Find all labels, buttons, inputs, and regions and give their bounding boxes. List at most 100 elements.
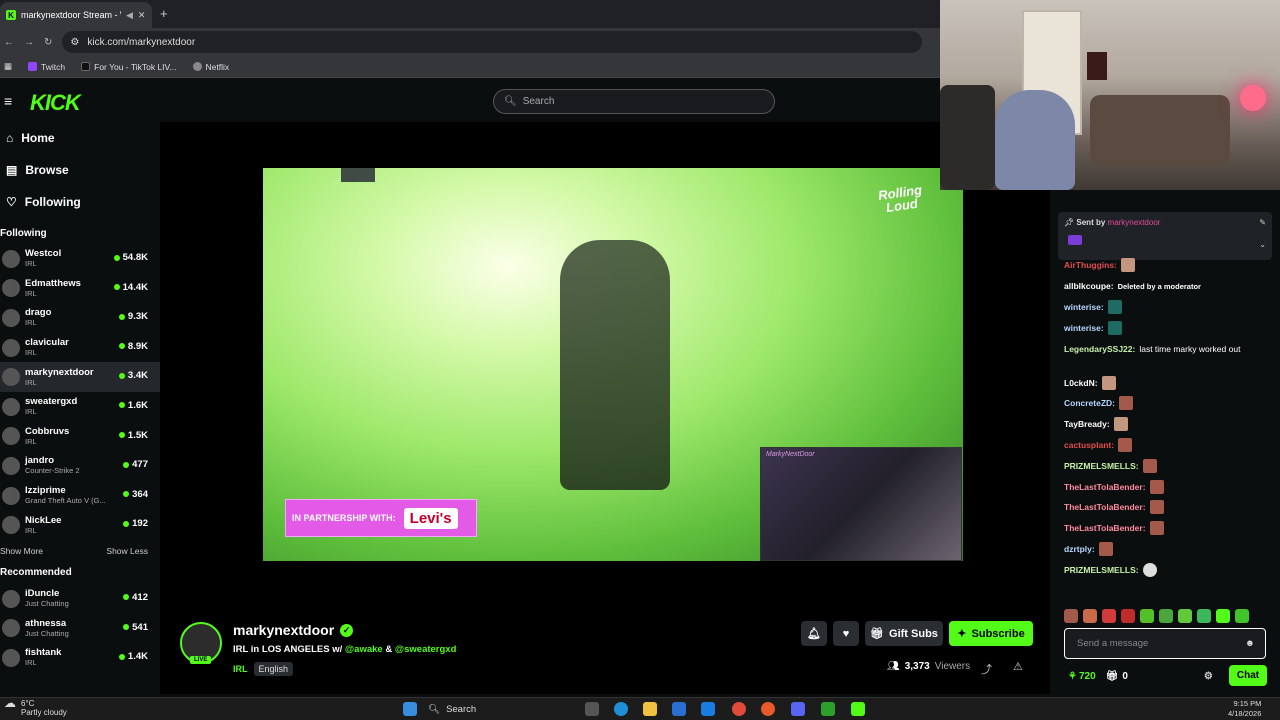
chat-message: dzrtply: xyxy=(1064,539,1274,560)
channel-row[interactable]: Izziprime Grand Theft Auto V (G... 364 xyxy=(0,481,160,511)
search-placeholder: Search xyxy=(522,96,555,107)
streamer-name[interactable]: markynextdoor xyxy=(233,622,334,638)
reload-icon[interactable]: ↻ xyxy=(44,37,52,48)
emote-icon[interactable] xyxy=(1140,609,1154,623)
nav-home[interactable]: ⌂ Home xyxy=(0,122,160,154)
sidebar: ⌂ Home ▤ Browse ♡ Following Following Westc… xyxy=(0,122,160,694)
taskbar-search[interactable]: 🔍︎ Search xyxy=(428,700,578,718)
close-tab-icon[interactable]: ✕ xyxy=(138,10,146,21)
chat-message: TheLastTolaBender: xyxy=(1064,476,1274,497)
emote-icon[interactable] xyxy=(1216,609,1230,623)
channel-row[interactable]: NickLee IRL 192 xyxy=(0,510,160,540)
site-info-icon[interactable]: ⚙ xyxy=(70,37,79,48)
points-count[interactable]: 720 xyxy=(1079,671,1096,682)
chat-username[interactable]: winterise: xyxy=(1064,302,1104,312)
bookmark-tiktok[interactable]: For You - TikTok LIV... xyxy=(81,62,177,72)
bookmark-twitch[interactable]: Twitch xyxy=(28,62,65,72)
store-icon[interactable] xyxy=(672,702,686,716)
forward-icon[interactable]: → xyxy=(24,37,34,48)
chat-message: winterise: xyxy=(1064,297,1274,318)
chevron-down-icon[interactable]: ⌄ xyxy=(1259,240,1266,249)
unpin-icon[interactable]: ✎ xyxy=(1259,218,1266,227)
collab-link[interactable]: @sweatergxd xyxy=(395,644,457,655)
chat-username[interactable]: TheLastTolaBender: xyxy=(1064,482,1146,492)
language-tag[interactable]: English xyxy=(253,662,294,676)
chat-username[interactable]: L0ckdN: xyxy=(1064,378,1098,388)
chat-username[interactable]: TheLastTolaBender: xyxy=(1064,502,1146,512)
app-icon[interactable] xyxy=(761,702,775,716)
chat-input[interactable]: Send a message ☻ xyxy=(1064,628,1266,659)
channel-row[interactable]: Cobbruvs IRL 1.5K xyxy=(0,422,160,452)
emote-icon[interactable] xyxy=(1102,609,1116,623)
mute-icon[interactable]: ◀ xyxy=(126,10,133,21)
channel-row[interactable]: jandro Counter-Strike 2 477 xyxy=(0,451,160,481)
channel-row[interactable]: markynextdoor IRL 3.4K xyxy=(0,362,160,392)
emote-icon[interactable] xyxy=(1083,609,1097,623)
emote-icon[interactable] xyxy=(1064,609,1078,623)
mail-icon[interactable] xyxy=(701,702,715,716)
weather-widget[interactable]: ☁ 6°C Partly cloudy xyxy=(4,696,67,717)
chat-username[interactable]: cactusplant: xyxy=(1064,440,1114,450)
discord-icon[interactable] xyxy=(791,702,805,716)
bookmarks-bar: ▦ Twitch For You - TikTok LIV... Netflix xyxy=(0,56,940,78)
chat-username[interactable]: dzrtply: xyxy=(1064,544,1095,554)
emote-icon[interactable] xyxy=(1178,609,1192,623)
gift-count[interactable]: 0 xyxy=(1122,671,1128,682)
emote-icon[interactable] xyxy=(1197,609,1211,623)
channel-row[interactable]: Westcol IRL 54.8K xyxy=(0,244,160,274)
pinned-user[interactable]: markynextdoor xyxy=(1108,218,1161,227)
url-bar[interactable]: ⚙ kick.com/markynextdoor xyxy=(62,31,923,53)
chat-username[interactable]: PRIZMELSMELLS: xyxy=(1064,565,1139,575)
search-input[interactable]: 🔍︎ Search xyxy=(493,89,775,114)
chat-username[interactable]: PRIZMELSMELLS: xyxy=(1064,461,1139,471)
subscribe-button[interactable]: ✦ Subscribe xyxy=(949,621,1033,646)
task-view-icon[interactable] xyxy=(585,702,599,716)
notifications-button[interactable]: 🔔︎ xyxy=(801,621,827,646)
channel-row[interactable]: athnessa Just Chatting 541 xyxy=(0,614,160,644)
gift-subs-button[interactable]: 🎁︎ Gift Subs xyxy=(865,621,943,646)
nav-following[interactable]: ♡ Following xyxy=(0,186,160,218)
emote-icon[interactable] xyxy=(1121,609,1135,623)
emote-icon[interactable] xyxy=(1235,609,1249,623)
report-icon[interactable]: ⚠ xyxy=(1013,660,1023,673)
chat-username[interactable]: winterise: xyxy=(1064,323,1104,333)
apps-icon[interactable]: ▦ xyxy=(4,61,12,72)
kick-logo[interactable]: KICK xyxy=(30,90,81,116)
chat-username[interactable]: TayBready: xyxy=(1064,419,1110,429)
chrome-icon[interactable] xyxy=(732,702,746,716)
windows-start-icon[interactable] xyxy=(403,702,417,716)
channel-row[interactable]: sweatergxd IRL 1.6K xyxy=(0,392,160,422)
follow-button[interactable]: ♥ xyxy=(833,621,859,646)
channel-row[interactable]: clavicular IRL 8.9K xyxy=(0,333,160,363)
chat-username[interactable]: AirThuggins: xyxy=(1064,260,1117,270)
chat-username[interactable]: ConcreteZD: xyxy=(1064,398,1115,408)
menu-icon[interactable]: ≡ xyxy=(4,93,12,109)
channel-row[interactable]: Edmatthews IRL 14.4K xyxy=(0,274,160,304)
chat-username[interactable]: LegendarySSJ22: xyxy=(1064,344,1135,354)
show-more-button[interactable]: Show More xyxy=(0,546,43,556)
chat-username[interactable]: TheLastTolaBender: xyxy=(1064,523,1146,533)
channel-row[interactable]: iDuncle Just Chatting 412 xyxy=(0,584,160,614)
channel-row[interactable]: drago IRL 9.3K xyxy=(0,303,160,333)
browser-tab[interactable]: K markynextdoor Stream - Wa ◀ ✕ xyxy=(0,2,152,28)
chat-username[interactable]: allblkcoupe: xyxy=(1064,281,1114,291)
xbox-icon[interactable] xyxy=(821,702,835,716)
new-tab-icon[interactable]: + xyxy=(160,6,168,21)
chat-send-button[interactable]: Chat xyxy=(1229,665,1267,686)
weather-icon: ☁ xyxy=(4,696,16,710)
edge-icon[interactable] xyxy=(614,702,628,716)
settings-gear-icon[interactable]: ⚙ xyxy=(1204,671,1213,682)
file-explorer-icon[interactable] xyxy=(643,702,657,716)
category-link[interactable]: IRL xyxy=(233,664,248,674)
share-icon[interactable]: ⤴ xyxy=(981,661,992,677)
collab-link[interactable]: @awake xyxy=(345,644,383,655)
emoji-icon[interactable]: ☻ xyxy=(1245,638,1255,649)
emote-icon[interactable] xyxy=(1159,609,1173,623)
kick-app-icon[interactable] xyxy=(851,702,865,716)
show-less-button[interactable]: Show Less xyxy=(106,546,148,556)
channel-row[interactable]: fishtank IRL 1.4K xyxy=(0,643,160,673)
back-icon[interactable]: ← xyxy=(4,37,14,48)
nav-browse[interactable]: ▤ Browse xyxy=(0,154,160,186)
pinned-message[interactable]: 📌︎ Sent by markynextdoor ✎ ⌄ xyxy=(1058,212,1272,260)
bookmark-netflix[interactable]: Netflix xyxy=(192,62,229,72)
